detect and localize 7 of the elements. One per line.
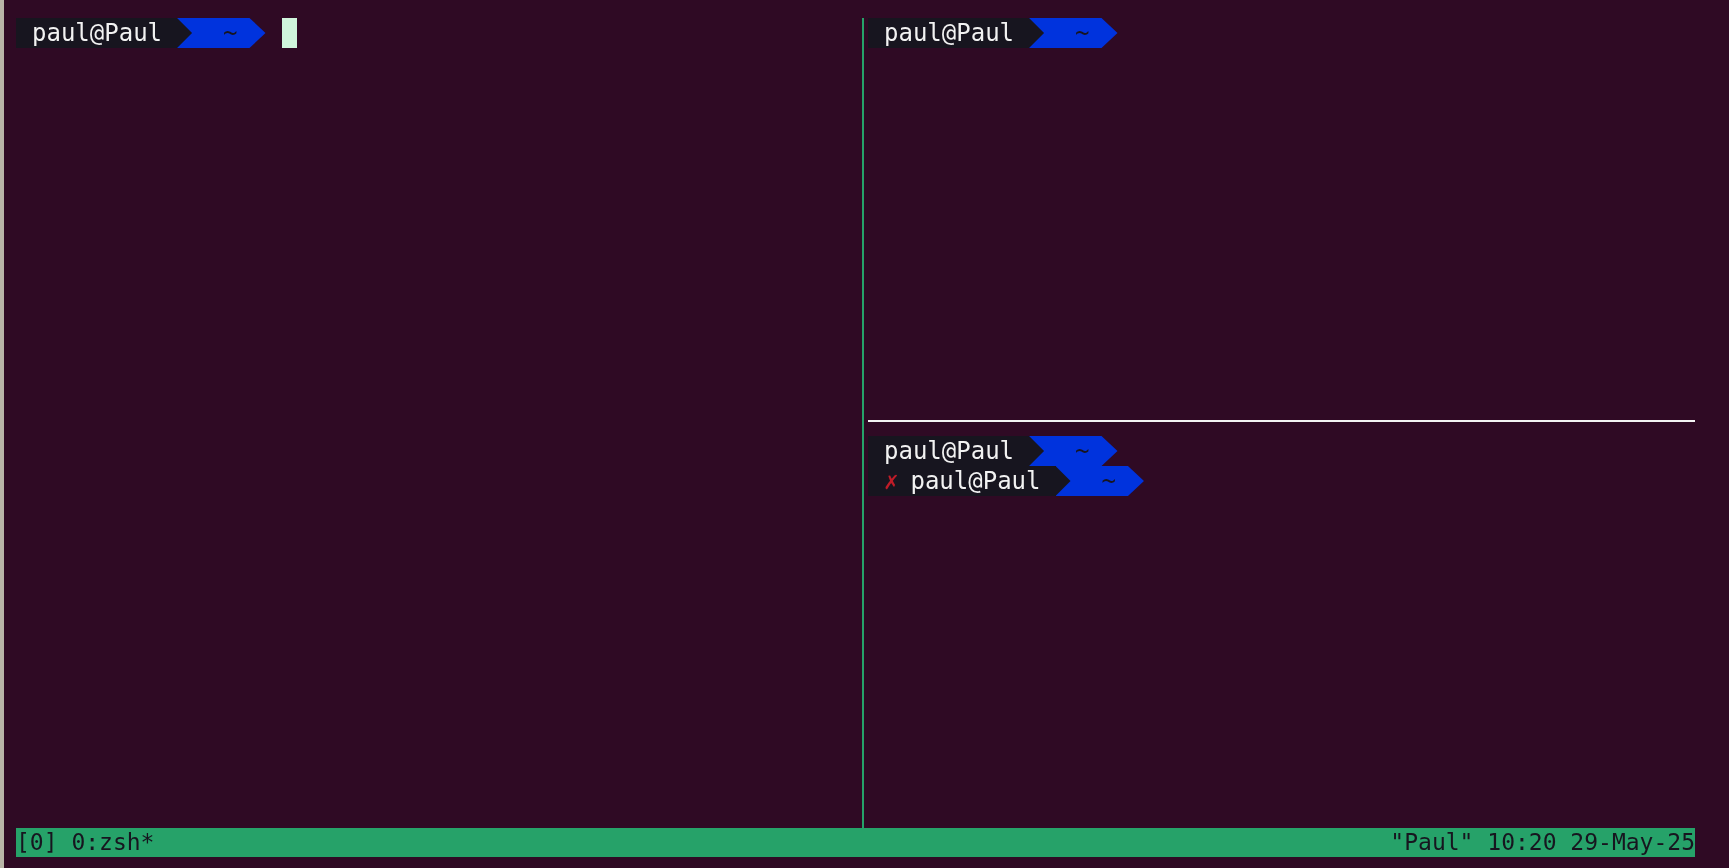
error-mark: ✗: [884, 467, 899, 495]
prompt-user: paul@Paul: [868, 18, 1045, 48]
prompt-user: paul@Paul: [868, 436, 1045, 466]
session-window-list: [0] 0:zsh*: [16, 828, 155, 857]
prompt-user: ✗ paul@Paul: [868, 466, 1071, 496]
status-host-time: "Paul" 10:20 29-May-25: [1390, 828, 1695, 857]
prompt-user: paul@Paul: [16, 18, 193, 48]
